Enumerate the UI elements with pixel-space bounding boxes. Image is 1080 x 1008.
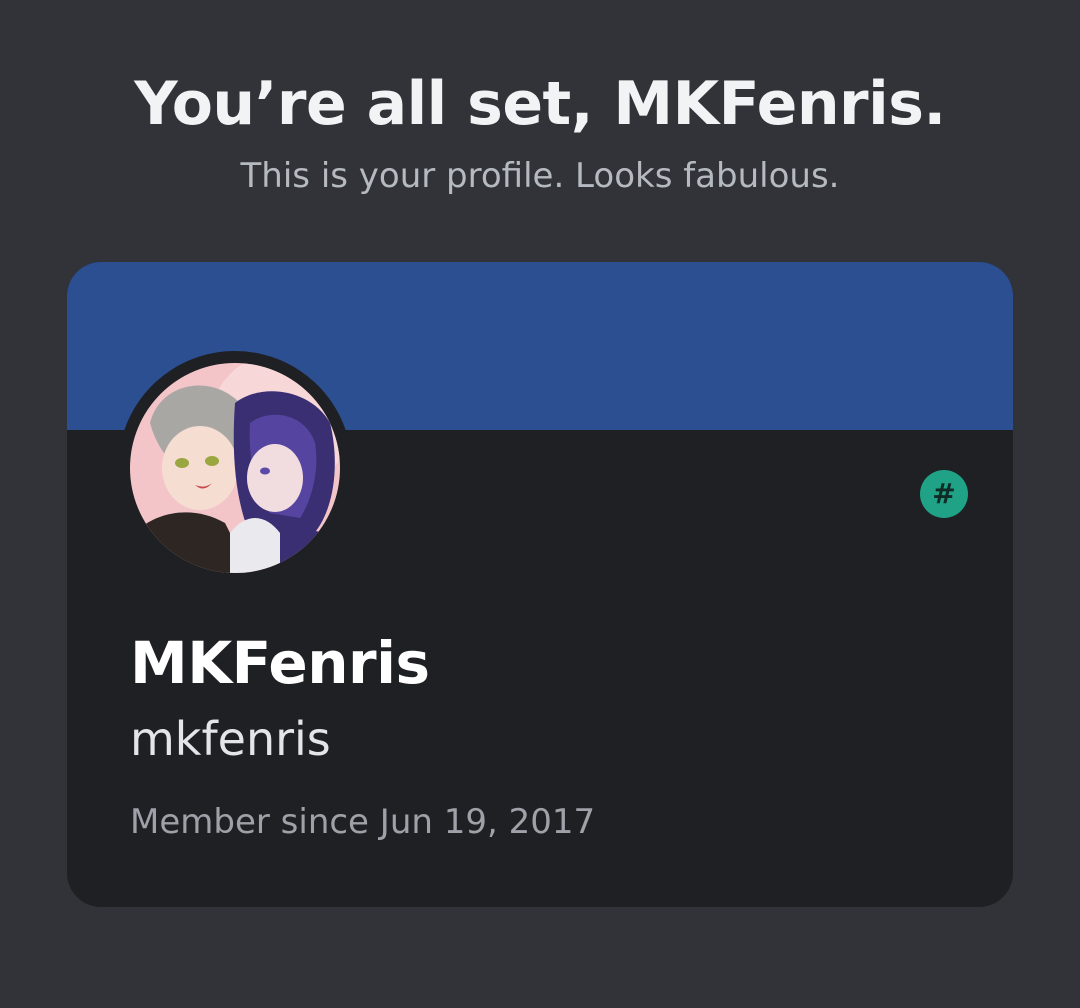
profile-card: # MKFenris mkfenris Member since Jun 19,… <box>67 262 1013 907</box>
member-since: Member since Jun 19, 2017 <box>130 802 596 842</box>
hashtag-icon[interactable]: # <box>920 470 968 518</box>
avatar[interactable] <box>130 363 340 573</box>
username: mkfenris <box>130 712 331 766</box>
page-title: You’re all set, MKFenris. <box>134 69 946 139</box>
display-name: MKFenris <box>130 629 430 697</box>
page-subtitle: This is your profile. Looks fabulous. <box>240 156 840 196</box>
avatar-image <box>130 363 340 573</box>
